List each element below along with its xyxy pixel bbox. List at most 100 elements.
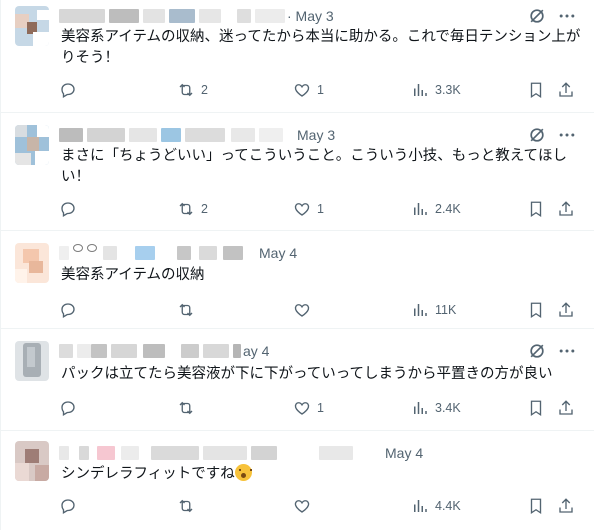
more-icon[interactable] [557, 6, 577, 26]
grok-icon[interactable] [527, 341, 547, 361]
share-button[interactable] [557, 79, 575, 101]
like-button[interactable]: 1 [293, 79, 324, 101]
views-button[interactable]: 3.4K [411, 397, 461, 419]
views-icon [414, 304, 427, 316]
retweet-button[interactable] [177, 299, 201, 321]
share-button[interactable] [557, 198, 575, 220]
retweet-button[interactable] [177, 495, 201, 517]
reply-timestamp[interactable]: · May 3 [287, 6, 334, 26]
reply-item[interactable]: ay 4 パックは立てたら美容液が下に下がっていってしまうから平置きの方が良い … [1, 329, 594, 431]
view-count: 3.3K [435, 83, 461, 97]
view-count: 3.4K [435, 401, 461, 415]
more-icon[interactable] [557, 125, 577, 145]
retweet-icon [179, 401, 193, 415]
reply-button[interactable] [59, 397, 83, 419]
bookmark-button[interactable] [527, 79, 545, 101]
retweet-icon [179, 83, 193, 97]
share-button[interactable] [557, 299, 575, 321]
reply-timestamp[interactable]: May 4 [259, 243, 297, 263]
reply-button[interactable] [59, 495, 83, 517]
views-button[interactable]: 11K [411, 299, 456, 321]
reply-header: ay 4 [59, 341, 525, 361]
reply-button[interactable] [59, 299, 83, 321]
like-button[interactable]: 1 [293, 198, 324, 220]
view-count: 2.4K [435, 202, 461, 216]
like-count: 1 [317, 83, 324, 97]
views-button[interactable]: 3.3K [411, 79, 461, 101]
bookmark-button[interactable] [527, 495, 545, 517]
reply-actions: 2 1 2.4K [59, 198, 589, 220]
reply-header: May 3 [59, 125, 525, 145]
heart-icon [294, 402, 310, 415]
reply-item[interactable]: · May 3 美容系アイテムの収納、迷ってたから本当に助かる。これで毎日テンシ… [1, 0, 594, 113]
reply-button[interactable] [59, 198, 83, 220]
avatar[interactable] [15, 125, 49, 165]
reply-icon [61, 83, 75, 98]
reply-text: 美容系アイテムの収納 [61, 267, 205, 283]
avatar[interactable] [15, 341, 49, 381]
bookmark-icon [530, 201, 542, 218]
reply-text: 美容系アイテムの収納、迷ってたから本当に助かる。これで毎日テンション上がりそう！ [61, 29, 581, 66]
reply-text: パックは立てたら美容液が下に下がっていってしまうから平置きの方が良い [61, 366, 553, 382]
grok-icon[interactable] [527, 125, 547, 145]
reply-timestamp[interactable]: May 4 [385, 443, 423, 463]
bookmark-icon [530, 82, 542, 99]
reply-text: シンデレラフィットですね [61, 464, 586, 485]
reply-timestamp[interactable]: ay 4 [243, 341, 269, 361]
reply-actions: 1 3.4K [59, 397, 589, 419]
retweet-icon [179, 303, 193, 317]
share-button[interactable] [557, 397, 575, 419]
reply-button[interactable] [59, 79, 83, 101]
heart-icon [294, 500, 310, 513]
bookmark-icon [530, 302, 542, 319]
share-icon [559, 82, 573, 97]
reply-actions: 2 1 3.3K [59, 79, 589, 101]
bookmark-button[interactable] [527, 397, 545, 419]
avatar[interactable] [15, 243, 49, 283]
views-button[interactable]: 4.4K [411, 495, 461, 517]
reply-text-content: シンデレラフィットですね [61, 466, 235, 482]
views-icon [414, 500, 427, 512]
share-icon [559, 302, 573, 317]
retweet-button[interactable]: 2 [177, 79, 208, 101]
like-button[interactable]: 1 [293, 397, 324, 419]
like-button[interactable] [293, 495, 317, 517]
reply-item[interactable]: May 4 美容系アイテムの収納 11K [1, 231, 594, 329]
share-button[interactable] [557, 495, 575, 517]
share-icon [559, 400, 573, 415]
heart-icon [294, 203, 310, 216]
bookmark-button[interactable] [527, 299, 545, 321]
share-icon [559, 201, 573, 216]
reply-actions: 11K [59, 299, 589, 321]
retweet-button[interactable]: 2 [177, 198, 208, 220]
heart-icon [294, 304, 310, 317]
bookmark-button[interactable] [527, 198, 545, 220]
reply-header: · May 3 [59, 6, 525, 26]
reply-header: May 4 [59, 443, 525, 463]
reply-timestamp[interactable]: May 3 [297, 125, 335, 145]
avatar[interactable] [15, 6, 49, 46]
retweet-button[interactable] [177, 397, 201, 419]
view-count: 4.4K [435, 499, 461, 513]
retweet-icon [179, 499, 193, 513]
more-icon[interactable] [557, 341, 577, 361]
like-button[interactable] [293, 299, 317, 321]
share-icon [559, 498, 573, 513]
avatar[interactable] [15, 441, 49, 481]
retweet-count: 2 [201, 202, 208, 216]
views-button[interactable]: 2.4K [411, 198, 461, 220]
bookmark-icon [530, 400, 542, 417]
reply-icon [61, 303, 75, 318]
reply-item[interactable]: May 3 まさに「ちょうどいい」ってこういうこと。こういう小技、もっと教えてほ… [1, 113, 594, 231]
reply-item[interactable]: May 4 シンデレラフィットですね 4.4K [1, 431, 594, 530]
like-count: 1 [317, 401, 324, 415]
grok-icon[interactable] [527, 6, 547, 26]
reply-header: May 4 [59, 243, 525, 263]
view-count: 11K [435, 303, 457, 317]
bookmark-icon [530, 498, 542, 515]
views-icon [414, 402, 427, 414]
replies-feed: · May 3 美容系アイテムの収納、迷ってたから本当に助かる。これで毎日テンシ… [0, 0, 594, 530]
reply-icon [61, 499, 75, 514]
views-icon [414, 84, 427, 96]
retweet-icon [179, 202, 193, 216]
